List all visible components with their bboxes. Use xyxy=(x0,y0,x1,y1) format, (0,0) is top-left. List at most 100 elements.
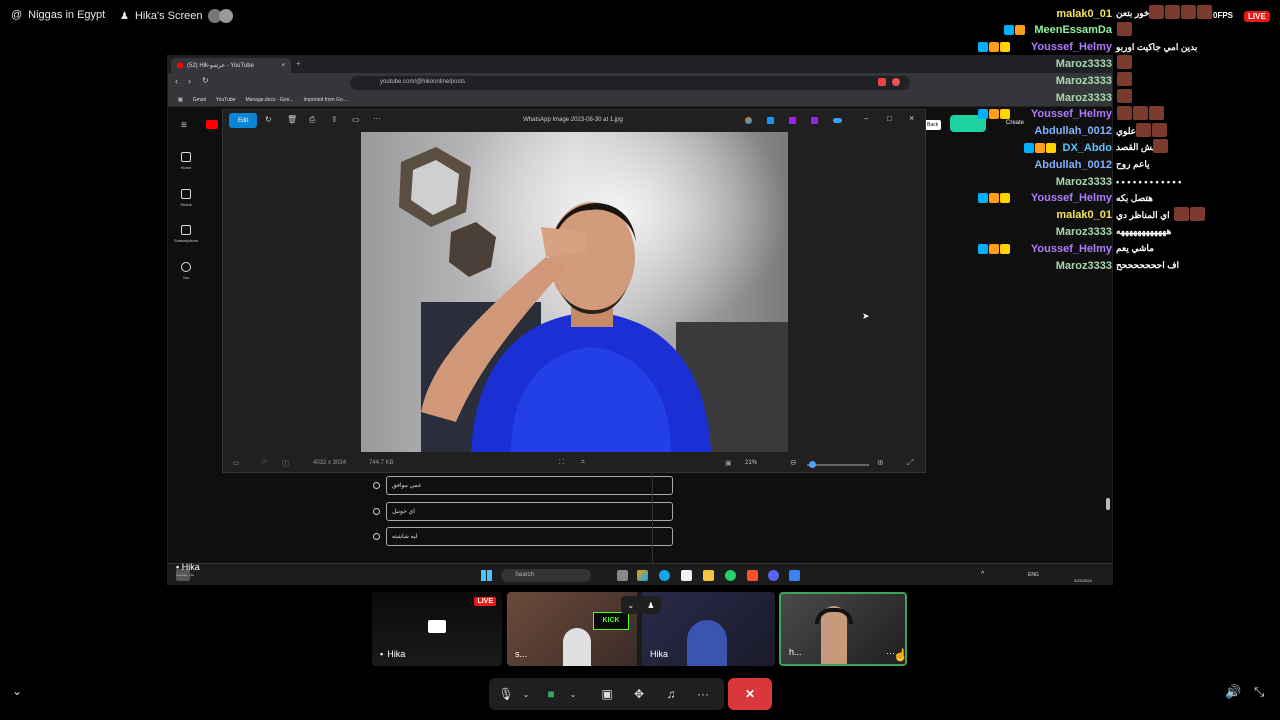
zoom-slider[interactable] xyxy=(807,461,869,468)
chat-username[interactable]: Maroz3333 xyxy=(1056,92,1112,104)
radio-icon[interactable] xyxy=(373,533,380,540)
close-icon[interactable]: × xyxy=(909,113,914,123)
poll-option[interactable]: عمي موافق xyxy=(373,476,673,495)
chat-username[interactable]: malak0_01 xyxy=(1056,209,1112,221)
filmstrip-icon[interactable]: ▭ xyxy=(233,459,240,467)
chat-username[interactable]: Maroz3333 xyxy=(1056,75,1112,87)
extension-icon[interactable] xyxy=(878,78,886,86)
chat-username[interactable]: Maroz3333 xyxy=(1056,58,1112,70)
file-explorer-icon[interactable] xyxy=(703,570,714,581)
crop-icon[interactable]: ⌗ xyxy=(581,459,585,467)
menu-icon[interactable]: ≡ xyxy=(181,120,187,131)
mic-options-icon[interactable]: ⌄ xyxy=(518,686,534,702)
app-icon[interactable] xyxy=(789,117,796,124)
youtube-nav-shorts[interactable]: Shorts xyxy=(168,189,204,207)
chat-username[interactable]: Youssef_Helmy xyxy=(1031,243,1112,255)
chat-username[interactable]: MeenEssamDa xyxy=(1034,24,1112,36)
chat-username[interactable]: Abdullah_0012 xyxy=(1034,125,1112,137)
server-breadcrumb[interactable]: @ Niggas in Egypt xyxy=(11,9,105,21)
activities-icon[interactable]: ✥ xyxy=(631,686,647,702)
info-icon[interactable]: ⓘ xyxy=(282,459,289,469)
soundboard-icon[interactable]: ♫ xyxy=(663,686,679,702)
camera-icon[interactable]: ■ xyxy=(543,686,559,702)
chat-username[interactable]: Abdullah_0012 xyxy=(1034,159,1112,171)
actual-size-icon[interactable]: ▣ xyxy=(725,459,732,467)
exit-fullscreen-icon[interactable]: ⤡ xyxy=(1254,684,1264,700)
leave-call-button[interactable]: ✕ xyxy=(728,678,772,710)
rotate-icon[interactable]: ↻ xyxy=(265,115,272,124)
delete-icon[interactable]: 🗑 xyxy=(287,115,297,124)
more-icon[interactable]: ··· xyxy=(373,114,381,123)
youtube-nav-home[interactable]: Home xyxy=(168,152,204,170)
onedrive-icon[interactable] xyxy=(833,118,842,123)
discord-icon[interactable] xyxy=(768,570,779,581)
slideshow-icon[interactable]: ▭ xyxy=(352,115,360,124)
share-screen-icon[interactable]: ▣ xyxy=(599,686,615,702)
bookmark-imported[interactable]: Imported from Go... xyxy=(304,97,347,103)
microphone-icon[interactable]: 🎙 xyxy=(498,686,514,702)
photos-icon[interactable] xyxy=(789,570,800,581)
chat-username[interactable]: malak0_01 xyxy=(1056,8,1112,20)
url-bar[interactable]: youtube.com/@hikoonline/posts xyxy=(350,76,910,90)
close-tab-icon[interactable]: × xyxy=(281,63,285,69)
more-options-icon[interactable]: ··· xyxy=(695,686,711,702)
camera-options-icon[interactable]: ⌄ xyxy=(565,686,581,702)
scrollbar[interactable] xyxy=(1106,498,1110,510)
back-icon[interactable]: ‹ xyxy=(175,76,178,86)
zoom-level[interactable]: 21% xyxy=(745,460,757,466)
edit-button[interactable]: Edit xyxy=(229,113,257,128)
chat-username[interactable]: Maroz3333 xyxy=(1056,176,1112,188)
edge-icon[interactable] xyxy=(659,570,670,581)
radio-icon[interactable] xyxy=(373,508,380,515)
apps-grid-icon[interactable]: ▦ xyxy=(178,97,183,103)
chat-username[interactable]: Maroz3333 xyxy=(1056,226,1112,238)
photo-viewer-window[interactable]: Edit ↻ 🗑 ⎙ ⇪ ▭ ··· WhatsApp Image 2023-0… xyxy=(222,109,926,473)
maximize-icon[interactable]: □ xyxy=(887,114,892,123)
fullscreen-icon[interactable]: ⤢ xyxy=(907,458,913,468)
youtube-nav-subscriptions[interactable]: Subscriptions xyxy=(168,225,204,243)
people-icon[interactable]: ♟ xyxy=(647,601,654,610)
zoom-out-icon[interactable]: ⊖ xyxy=(790,458,797,467)
taskview-icon[interactable] xyxy=(617,570,628,581)
copilot-icon[interactable] xyxy=(745,117,752,124)
favorite-icon[interactable]: ♡ xyxy=(261,459,267,467)
taskbar-search[interactable]: Search xyxy=(501,569,591,582)
volume-icon[interactable]: 🔊 xyxy=(1225,684,1241,700)
bookmark-manage-docx[interactable]: Manage.docx - Goo... xyxy=(245,97,293,103)
chat-username[interactable]: Youssef_Helmy xyxy=(1031,41,1112,53)
stream-tile[interactable]: KICK ⌄ ♟ s... Hika xyxy=(507,592,775,666)
store-icon[interactable] xyxy=(681,570,692,581)
whatsapp-icon[interactable] xyxy=(725,570,736,581)
chat-username[interactable]: Maroz3333 xyxy=(1056,260,1112,272)
forward-icon[interactable]: › xyxy=(188,76,191,86)
bookmark-youtube[interactable]: YouTube xyxy=(216,97,236,103)
chat-username[interactable]: DX_Abdo xyxy=(1063,142,1113,154)
zoom-slider-thumb[interactable] xyxy=(809,461,816,468)
chevron-down-icon[interactable]: ⌄ xyxy=(628,601,635,610)
poll-option[interactable]: ليه شاشته xyxy=(373,527,673,546)
browser-tab[interactable]: (52) Hik-عرشو - YouTube × xyxy=(171,58,291,73)
language-indicator[interactable]: ENG xyxy=(1028,572,1039,578)
app-icon[interactable] xyxy=(767,117,774,124)
fit-icon[interactable]: ⛶ xyxy=(559,459,564,467)
radio-icon[interactable] xyxy=(373,482,380,489)
new-tab-icon[interactable]: + xyxy=(296,59,301,68)
share-icon[interactable]: ⇪ xyxy=(331,115,338,124)
minimize-icon[interactable]: – xyxy=(864,114,868,123)
extension-icon[interactable] xyxy=(892,78,900,86)
chevron-down-icon[interactable]: ⌄ xyxy=(12,684,22,698)
tray-chevron-icon[interactable]: ^ xyxy=(981,571,984,578)
shared-screen[interactable]: (52) Hik-عرشو - YouTube × + ‹ › ↻ youtub… xyxy=(167,55,1113,585)
zoom-in-icon[interactable]: ⊕ xyxy=(877,458,884,467)
bookmark-gmail[interactable]: Gmail xyxy=(193,97,206,103)
tile-controls[interactable]: ⌄ ♟ xyxy=(621,596,661,614)
webcam-tile[interactable]: h... ··· xyxy=(779,592,907,666)
app-icon[interactable] xyxy=(811,117,818,124)
copilot-app-icon[interactable] xyxy=(637,570,648,581)
date-label[interactable]: 3/24/2024 xyxy=(1074,578,1092,583)
screen-share-tile[interactable]: LIVE ▪ Hika xyxy=(372,592,502,666)
chat-username[interactable]: Youssef_Helmy xyxy=(1031,192,1112,204)
poll-option[interactable]: اي خونيل xyxy=(373,502,673,521)
print-icon[interactable]: ⎙ xyxy=(309,115,315,125)
youtube-nav-you[interactable]: You xyxy=(168,262,204,280)
